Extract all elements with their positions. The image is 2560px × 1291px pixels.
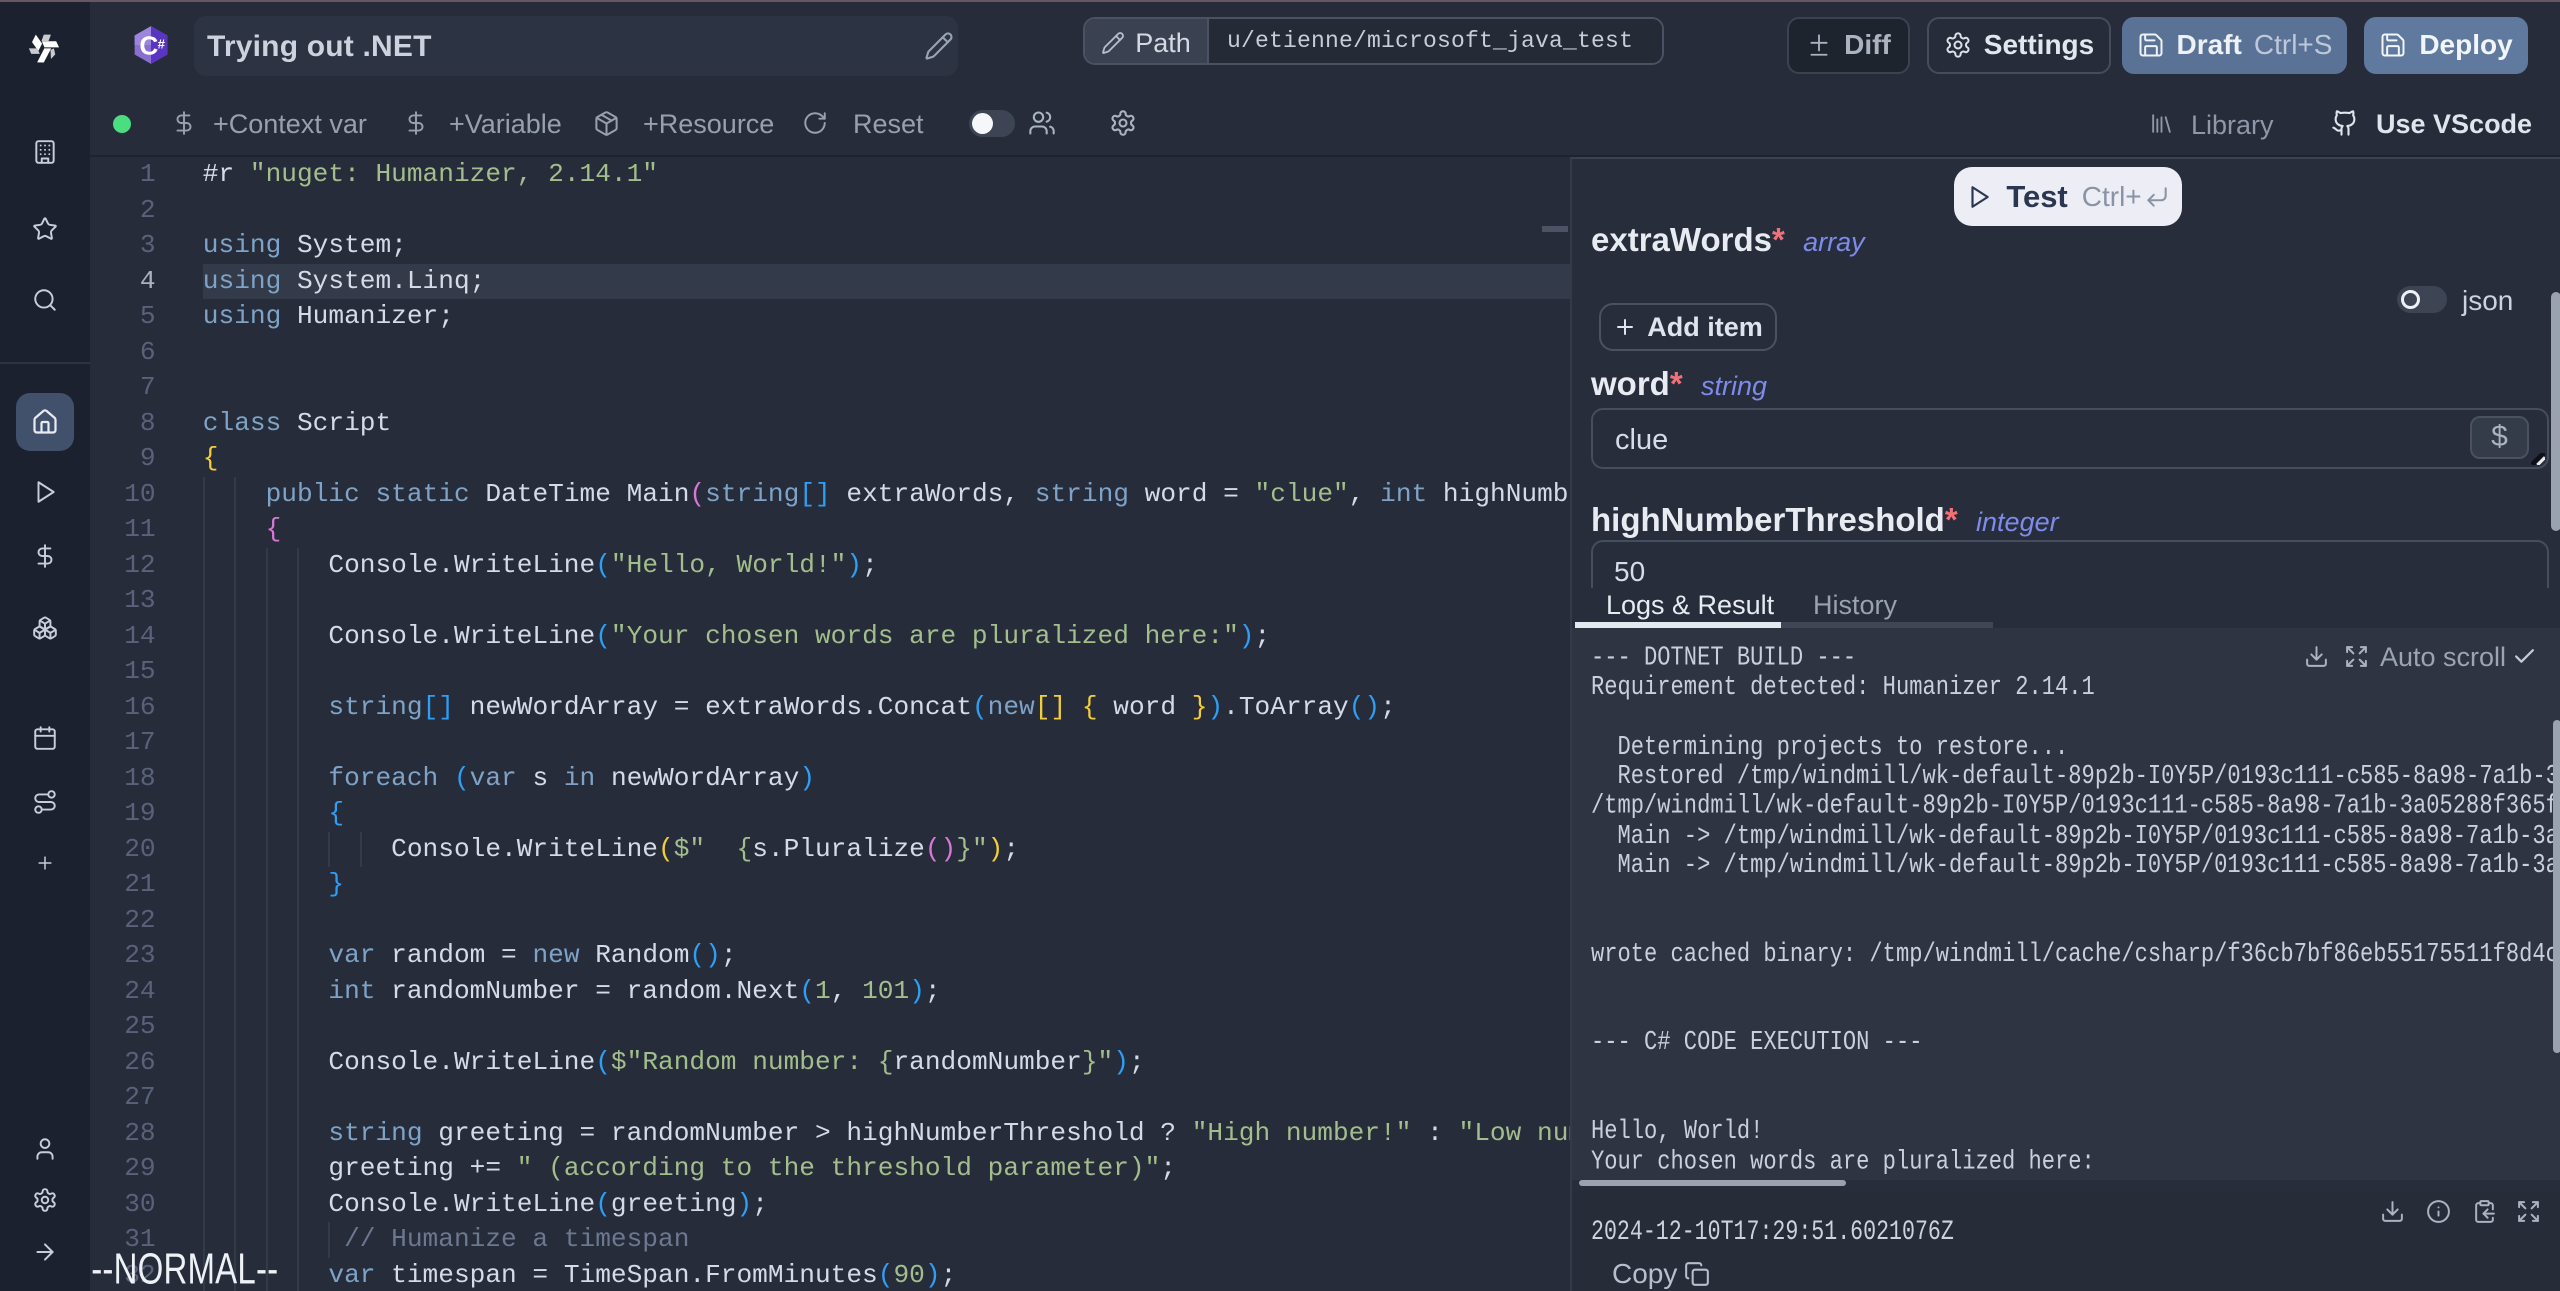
svg-text:#: # (158, 36, 166, 51)
svg-text:C: C (139, 30, 158, 60)
